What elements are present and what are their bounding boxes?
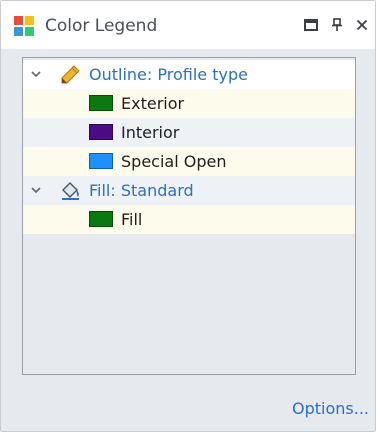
legend-item[interactable]: Special Open xyxy=(23,147,355,176)
color-swatch xyxy=(89,153,113,169)
color-swatch xyxy=(89,211,113,227)
legend-item-label: Exterior xyxy=(121,94,185,113)
window-title: Color Legend xyxy=(45,16,158,36)
legend-group-label: Outline: Profile type xyxy=(89,65,248,84)
legend-item-label: Special Open xyxy=(121,152,227,171)
legend-tree: Outline: Profile type Exterior Interior … xyxy=(22,57,356,375)
legend-group-label: Fill: Standard xyxy=(89,181,194,200)
pencil-icon xyxy=(61,65,80,84)
legend-group-fill[interactable]: Fill: Standard xyxy=(23,176,355,205)
restore-button[interactable] xyxy=(301,15,321,35)
close-icon xyxy=(356,19,368,31)
legend-item[interactable]: Exterior xyxy=(23,89,355,118)
color-swatch xyxy=(89,95,113,111)
color-legend-panel: Color Legend Outline: Profile type Exter… xyxy=(0,0,376,432)
title-bar: Color Legend xyxy=(1,1,375,49)
legend-item[interactable]: Interior xyxy=(23,118,355,147)
legend-item[interactable]: Fill xyxy=(23,205,355,234)
color-legend-icon xyxy=(14,16,34,36)
restore-icon xyxy=(304,19,318,31)
chevron-down-icon[interactable] xyxy=(29,183,43,197)
legend-item-label: Interior xyxy=(121,123,180,142)
legend-group-outline[interactable]: Outline: Profile type xyxy=(23,60,355,89)
options-link[interactable]: Options... xyxy=(292,399,369,418)
chevron-down-icon[interactable] xyxy=(29,67,43,81)
legend-item-label: Fill xyxy=(121,210,143,229)
pin-button[interactable] xyxy=(327,15,347,35)
close-button[interactable] xyxy=(352,15,372,35)
paint-bucket-icon xyxy=(62,182,79,200)
pin-icon xyxy=(332,18,342,31)
color-swatch xyxy=(89,124,113,140)
